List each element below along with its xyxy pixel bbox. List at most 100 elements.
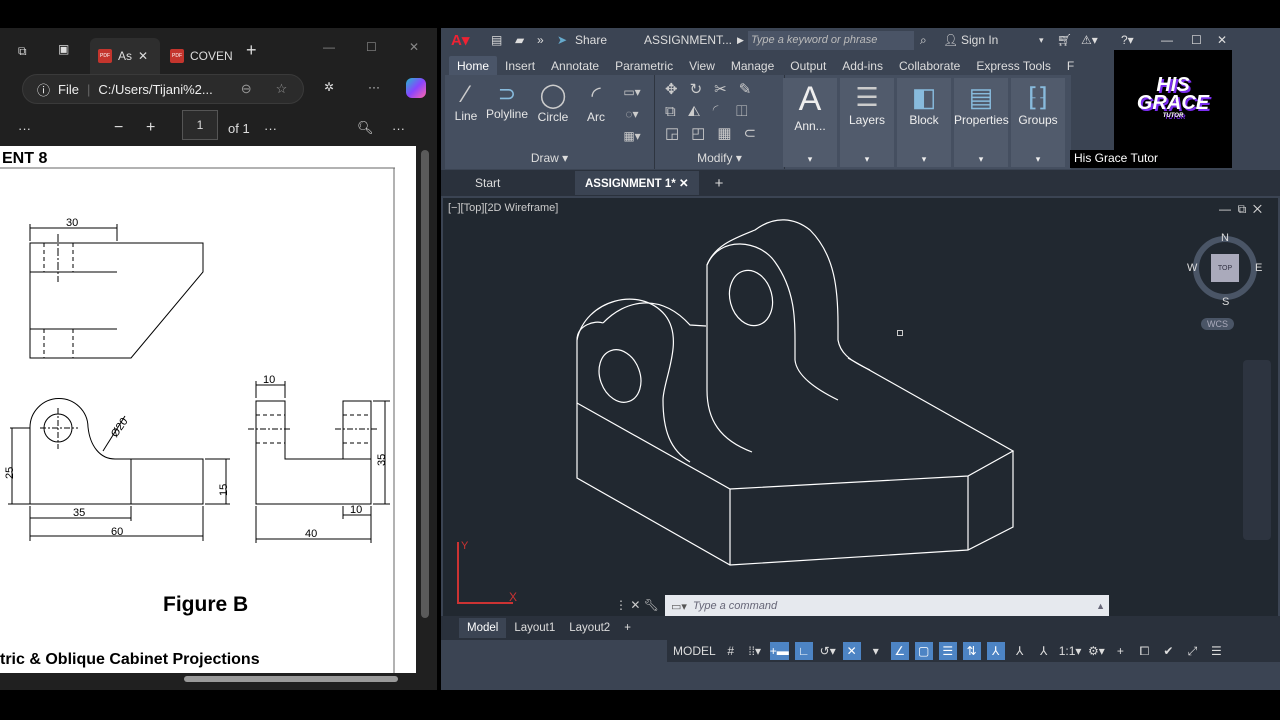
tab-collaborate[interactable]: Collaborate <box>891 56 968 77</box>
snap-icon[interactable]: ⁞⁞▾ <box>746 642 764 660</box>
tab-assignment-1[interactable]: ASSIGNMENT 1* ✕ <box>575 171 699 195</box>
more-menu-icon[interactable]: ··· <box>368 80 380 94</box>
ortho-icon[interactable]: ∟ <box>794 642 813 660</box>
tab-assignment[interactable]: PDF As ✕ <box>90 38 160 74</box>
lineweight-icon[interactable]: ☰ <box>938 642 957 660</box>
clean-screen-icon[interactable]: ⤢ <box>1183 642 1201 660</box>
more-qat-icon[interactable]: » <box>537 33 544 47</box>
autodesk-app-icon[interactable]: ⚠︎▾ <box>1081 33 1098 47</box>
arc-tool[interactable]: ◜ Arc <box>581 81 611 124</box>
tab-layout2[interactable]: Layout2 <box>569 622 610 634</box>
gradient-icon[interactable]: ▦▾ <box>617 125 647 147</box>
viewcube-top-face[interactable]: TOP <box>1211 254 1239 282</box>
tab-view[interactable]: View <box>681 56 723 77</box>
open-file-icon[interactable]: ▰ <box>515 33 524 47</box>
help-icon[interactable]: ?▾ <box>1121 33 1134 47</box>
new-drawing-tab-icon[interactable]: + <box>715 175 724 192</box>
hatch-icon[interactable]: ◌▾ <box>617 103 647 125</box>
tab-express-tools[interactable]: Express Tools <box>968 56 1058 77</box>
address-bar[interactable]: ⓘ File | C:/Users/Tijani%2... ⊖ ☆ <box>22 74 304 104</box>
new-tab-icon[interactable]: + <box>246 40 257 61</box>
dynamic-ucs-icon[interactable]: ⇅ <box>962 642 981 660</box>
autocad-logo-icon[interactable]: A▾ <box>451 31 469 49</box>
polyline-tool[interactable]: ⊃ Polyline <box>485 81 529 121</box>
tab-add-ins[interactable]: Add-ins <box>834 56 891 77</box>
tab-model[interactable]: Model <box>459 618 507 638</box>
draw-extra-tools[interactable]: ▭▾ ◌▾ ▦▾ <box>617 81 647 147</box>
command-line[interactable]: ▭▾ Type a command ▲ <box>665 595 1109 617</box>
sign-in-button[interactable]: Sign In <box>961 33 998 47</box>
layers-panel[interactable]: ☰ Layers ▾ <box>840 78 894 167</box>
pdf-search-icon[interactable]: 🔍︎ <box>357 120 374 136</box>
annotation-panel[interactable]: A Ann... ▾ <box>783 78 837 167</box>
close-icon[interactable]: ✕ <box>1217 33 1227 47</box>
copy-mirror-fillet-explode-icons[interactable]: ⧉◭◜◫ <box>665 101 779 123</box>
scale-dropdown[interactable]: 1:1 ▾ <box>1059 642 1082 660</box>
new-file-icon[interactable]: ▤ <box>491 33 502 47</box>
zoom-out-button[interactable]: − <box>114 119 123 137</box>
workspaces-icon[interactable]: ⧉ <box>18 44 27 59</box>
pdf-options-icon[interactable]: ··· <box>264 121 277 136</box>
modify-tools[interactable]: ✥↻✂✎ ⧉◭◜◫ ◲◰▦⊂ <box>665 79 779 145</box>
new-layout-icon[interactable]: + <box>624 622 631 634</box>
close-tab-icon[interactable]: ✕ <box>679 178 689 190</box>
extensions-icon[interactable]: ✲ <box>324 80 334 94</box>
search-input[interactable]: Type a keyword or phrase <box>748 31 914 50</box>
horizontal-scrollbar[interactable] <box>184 676 398 682</box>
close-window-icon[interactable]: ✕ <box>409 40 419 54</box>
rectangle-icon[interactable]: ▭▾ <box>617 81 647 103</box>
viewcube[interactable]: TOP N S E W WCS <box>1187 224 1262 334</box>
grid-icon[interactable]: # <box>722 642 740 660</box>
tab-parametric[interactable]: Parametric <box>607 56 681 77</box>
block-panel[interactable]: ◧ Block ▾ <box>897 78 951 167</box>
drawing-viewport[interactable]: [−][Top][2D Wireframe] — ⧉ ✕ TOP N S E W… <box>443 198 1278 638</box>
circle-tool[interactable]: ◯ Circle <box>535 81 571 124</box>
infer-constraints-icon[interactable]: +▬ <box>769 642 789 660</box>
info-icon[interactable]: ⓘ <box>37 80 50 99</box>
tab-layout1[interactable]: Layout1 <box>514 622 555 634</box>
stretch-scale-array-offset-icons[interactable]: ◲◰▦⊂ <box>665 123 779 145</box>
dropdown-icon[interactable]: ▾ <box>1039 35 1044 46</box>
minimize-icon[interactable]: — <box>323 40 335 54</box>
move-rotate-trim-erase-icons[interactable]: ✥↻✂✎ <box>665 79 779 101</box>
share-button[interactable]: Share <box>575 33 607 47</box>
compass-south[interactable]: S <box>1222 296 1229 308</box>
dropdown-icon[interactable]: ▾ <box>867 642 885 660</box>
cart-icon[interactable]: 🛒︎ <box>1057 33 1072 47</box>
compass-north[interactable]: N <box>1221 232 1229 244</box>
close-tab-icon[interactable]: ✕ <box>138 49 148 63</box>
isodraft-icon[interactable]: ✕ <box>842 642 861 660</box>
command-line-controls[interactable]: ⋮ ✕ 🔧︎ <box>615 598 659 612</box>
draw-panel-title[interactable]: Draw ▾ <box>445 151 654 165</box>
expand-history-icon[interactable]: ▲ <box>1096 601 1105 611</box>
maximize-icon[interactable]: ☐ <box>366 40 377 54</box>
isometric-model[interactable] <box>443 198 1278 638</box>
tab-start[interactable]: Start <box>475 176 575 190</box>
tab-manage[interactable]: Manage <box>723 56 782 77</box>
customize-menu-icon[interactable]: ☰ <box>1207 642 1225 660</box>
pdf-more-icon[interactable]: ··· <box>18 121 31 136</box>
tab-output[interactable]: Output <box>782 56 834 77</box>
vertical-tabs-icon[interactable]: ▣ <box>58 42 69 56</box>
hardware-acceleration-icon[interactable]: ✔ <box>1159 642 1177 660</box>
model-space-button[interactable]: MODEL <box>673 642 716 660</box>
copilot-icon[interactable] <box>406 78 426 98</box>
compass-east[interactable]: E <box>1255 262 1262 274</box>
object-snap-tracking-icon[interactable]: ∠ <box>890 642 909 660</box>
line-tool[interactable]: ⁄ Line <box>451 81 481 123</box>
groups-panel[interactable]: ⁅⁆ Groups ▾ <box>1011 78 1065 167</box>
zoom-out-icon[interactable]: ⊖ <box>241 81 252 97</box>
annotation-visibility-icon[interactable]: ⅄ <box>986 642 1005 660</box>
wcs-menu[interactable]: WCS <box>1201 318 1234 330</box>
favorite-star-icon[interactable]: ☆ <box>276 81 288 97</box>
navigation-bar[interactable] <box>1243 360 1271 540</box>
tab-annotate[interactable]: Annotate <box>543 56 607 77</box>
vertical-scrollbar[interactable] <box>421 150 429 618</box>
workspace-gear-icon[interactable]: ⚙▾ <box>1087 642 1105 660</box>
polar-icon[interactable]: ↺▾ <box>819 642 837 660</box>
tab-home[interactable]: Home <box>449 56 498 77</box>
tab-more[interactable]: F <box>1059 56 1082 77</box>
isolate-objects-icon[interactable]: ⧠ <box>1135 642 1153 660</box>
annotation-scale-icon[interactable]: ⅄ <box>1035 642 1053 660</box>
page-number-input[interactable]: 1 <box>182 110 218 140</box>
